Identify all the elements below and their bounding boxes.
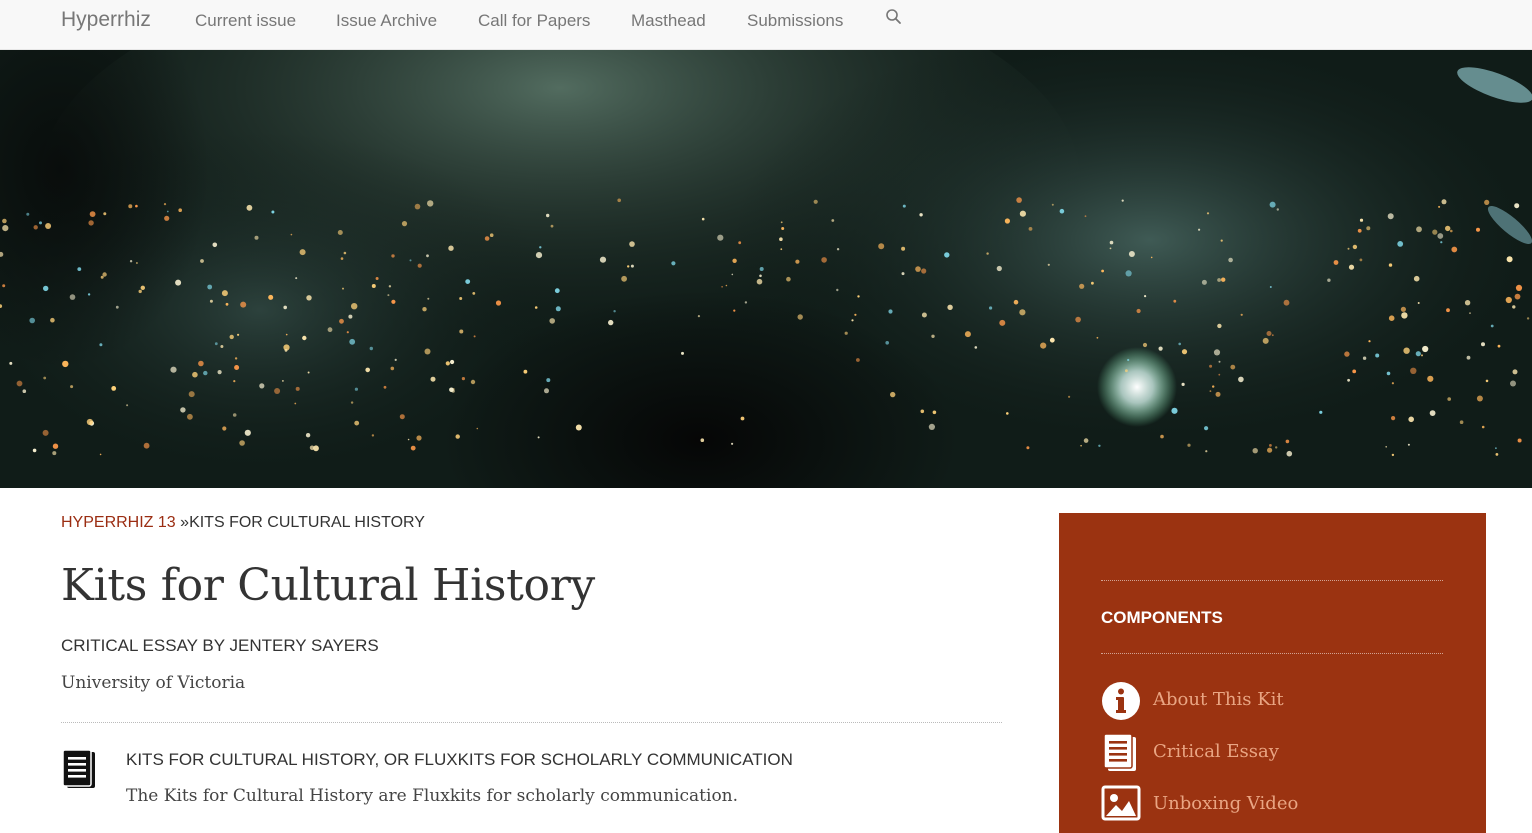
components-sidebar: COMPONENTS About This Kit Critical Essay…	[1059, 513, 1486, 833]
sidebar-item-unboxing-video[interactable]: Unboxing Video	[1101, 785, 1441, 825]
section-heading: KITS FOR CULTURAL HISTORY, OR FLUXKITS F…	[126, 750, 793, 769]
top-navbar: Hyperrhiz Current issue Issue Archive Ca…	[0, 0, 1532, 50]
sidebar-divider-bottom	[1101, 653, 1443, 654]
page-title: Kits for Cultural History	[61, 560, 595, 611]
search-icon[interactable]	[885, 8, 903, 26]
nav-item-submissions[interactable]: Submissions	[747, 11, 843, 31]
section-paragraph: The Kits for Cultural History are Fluxki…	[126, 786, 739, 806]
sidebar-title: COMPONENTS	[1101, 608, 1223, 627]
breadcrumb: HYPERRHIZ 13 »KITS FOR CULTURAL HISTORY	[61, 514, 425, 532]
breadcrumb-issue-link[interactable]: HYPERRHIZ 13	[61, 514, 176, 531]
sidebar-item-label[interactable]: About This Kit	[1153, 689, 1284, 710]
brand-link[interactable]: Hyperrhiz	[61, 8, 151, 32]
document-icon	[61, 748, 101, 792]
sidebar-item-critical-essay[interactable]: Critical Essay	[1101, 733, 1441, 773]
document-icon	[1101, 733, 1141, 773]
breadcrumb-current: KITS FOR CULTURAL HISTORY	[189, 514, 425, 531]
sidebar-item-about-this-kit[interactable]: About This Kit	[1101, 681, 1441, 721]
nav-item-issue-archive[interactable]: Issue Archive	[336, 11, 437, 31]
hero-banner-image	[0, 50, 1532, 488]
article-byline: CRITICAL ESSAY BY JENTERY SAYERS	[61, 636, 379, 655]
nav-item-current-issue[interactable]: Current issue	[195, 11, 296, 31]
sidebar-item-label[interactable]: Critical Essay	[1153, 741, 1279, 762]
sidebar-divider-top	[1101, 580, 1443, 581]
image-icon	[1101, 785, 1141, 825]
breadcrumb-separator: »	[180, 514, 190, 531]
nav-item-call-for-papers[interactable]: Call for Papers	[478, 11, 590, 31]
nav-item-masthead[interactable]: Masthead	[631, 11, 706, 31]
divider	[61, 722, 1002, 723]
author-affiliation: University of Victoria	[61, 673, 246, 693]
info-icon	[1101, 681, 1141, 721]
sidebar-item-label[interactable]: Unboxing Video	[1153, 793, 1298, 814]
